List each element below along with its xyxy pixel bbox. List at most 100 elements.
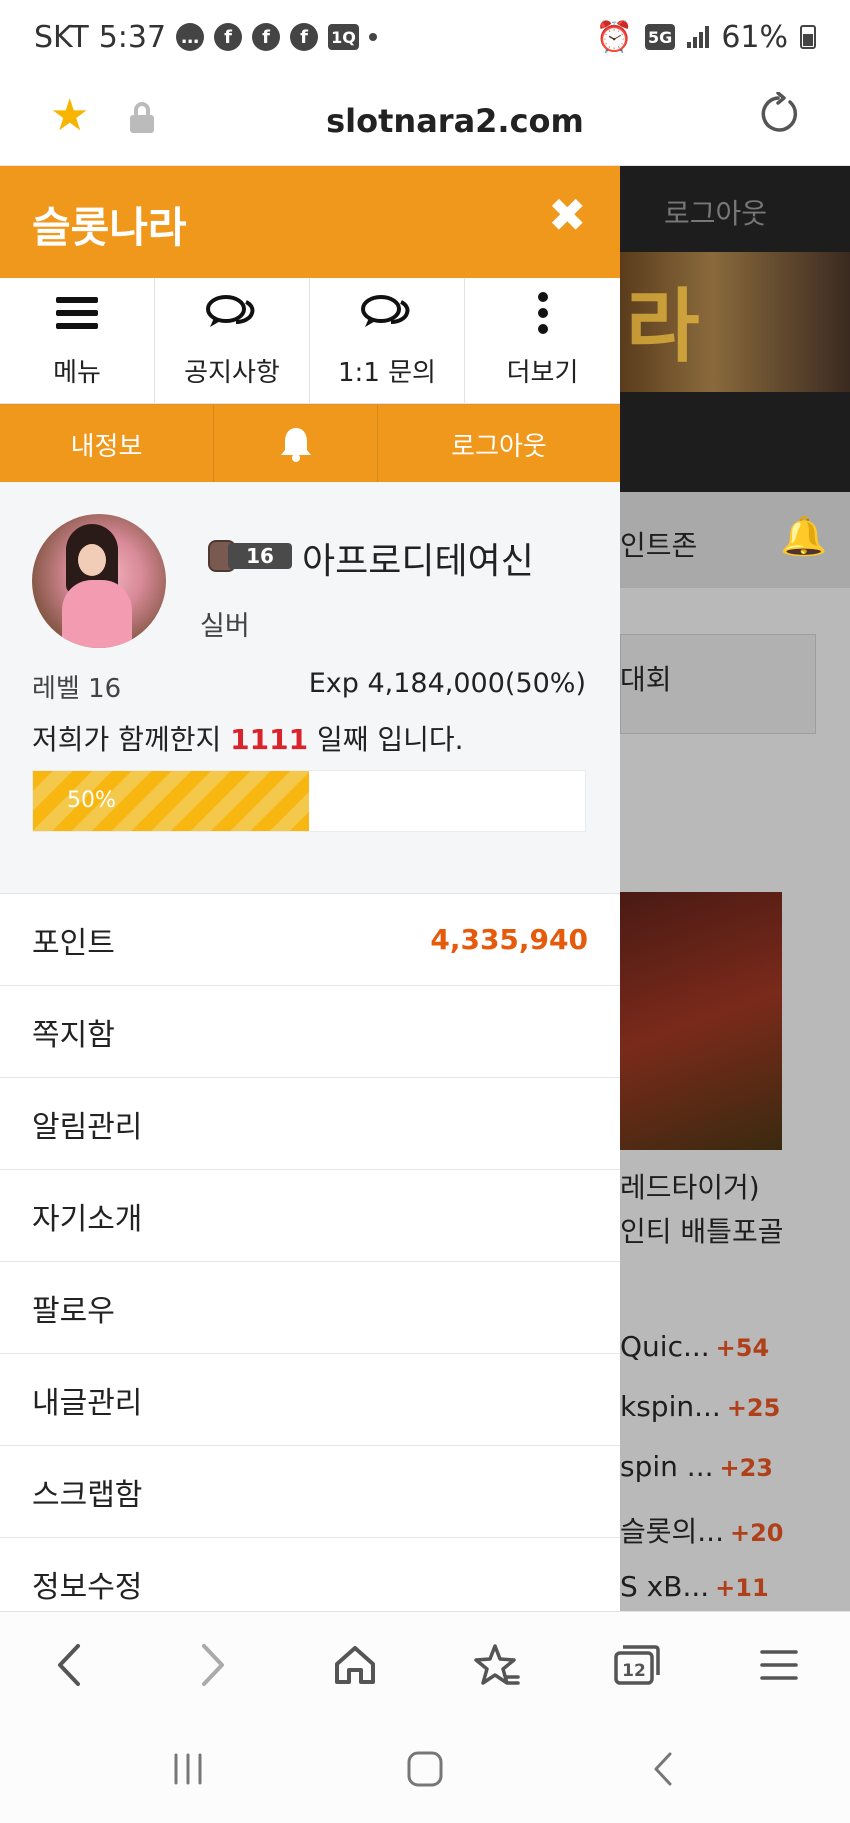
quick-menu-label: 더보기 xyxy=(506,358,579,388)
home-icon xyxy=(335,1646,375,1684)
battery-icon xyxy=(800,25,816,49)
back-arrow-icon xyxy=(654,1752,672,1786)
home-button[interactable] xyxy=(330,1640,380,1690)
level-text: 레벨 16 xyxy=(32,674,122,704)
background-thumbnail[interactable] xyxy=(620,892,782,1150)
grade-label: 실버 xyxy=(200,611,250,642)
alarm-icon: ⏰ xyxy=(595,19,634,55)
level-badge-icon: 16 xyxy=(208,538,292,574)
facebook-icon: f xyxy=(214,23,243,51)
background-logout-link[interactable]: 로그아웃 xyxy=(664,192,767,232)
chat-icon xyxy=(155,290,309,336)
menu-item-points[interactable]: 포인트 4,335,940 xyxy=(0,894,620,986)
recent-apps-button[interactable] xyxy=(170,1747,206,1791)
tabs-count: 12 xyxy=(622,1661,646,1681)
system-back-button[interactable] xyxy=(648,1747,678,1791)
quick-menu-notice[interactable]: 공지사항 xyxy=(155,278,310,404)
signal-icon xyxy=(687,26,710,48)
tabs-button[interactable]: 12 xyxy=(612,1640,662,1690)
background-post-title[interactable]: 인티 배틀포골 xyxy=(620,1210,783,1250)
background-rank-item[interactable]: spin ... +23 xyxy=(620,1450,773,1483)
background-page: 로그아웃 라 인트존 🔔 대회 레드타이거) 인티 배틀포골 Quic... +5… xyxy=(620,166,850,1611)
exp-text: Exp 4,184,000(50%) xyxy=(308,668,586,699)
membership-days-count: 1111 xyxy=(230,723,309,756)
facebook-icon: f xyxy=(290,23,319,51)
battery-label: 61% xyxy=(721,19,788,55)
membership-days-text: 저희가 함께한지 1111 일째 입니다. xyxy=(32,723,464,756)
menu-item-introduction[interactable]: 자기소개 xyxy=(0,1170,620,1262)
drawer-menu-list: 포인트 4,335,940 쪽지함 알림관리 자기소개 팔로우 내글관리 스크랩… xyxy=(0,894,620,1611)
background-bell-icon[interactable]: 🔔 xyxy=(780,514,827,559)
menu-item-edit-profile[interactable]: 정보수정 xyxy=(0,1538,620,1611)
chevron-right-icon xyxy=(202,1644,224,1686)
background-rank-item[interactable]: Quic... +54 xyxy=(620,1330,769,1363)
close-icon[interactable]: ✖ xyxy=(548,192,587,238)
menu-item-label: 내글관리 xyxy=(32,1385,143,1421)
menu-item-label: 알림관리 xyxy=(32,1109,143,1145)
recent-apps-icon xyxy=(174,1753,202,1785)
quick-menu-menu[interactable]: 메뉴 xyxy=(0,278,155,404)
quick-menu-label: 메뉴 xyxy=(53,358,101,388)
level-badge-number: 16 xyxy=(228,543,292,569)
more-vertical-icon xyxy=(465,290,620,336)
1q-icon: 1Q xyxy=(328,24,359,50)
back-button[interactable] xyxy=(44,1640,94,1690)
hamburger-icon xyxy=(0,290,154,336)
background-post-title[interactable]: 레드타이거) xyxy=(620,1166,760,1206)
menu-item-label: 스크랩함 xyxy=(32,1477,143,1513)
menu-item-label: 자기소개 xyxy=(32,1201,143,1237)
more-notifications-dot xyxy=(368,33,377,41)
bookmarks-button[interactable] xyxy=(472,1640,522,1690)
menu-button[interactable] xyxy=(754,1640,804,1690)
menu-item-follow[interactable]: 팔로우 xyxy=(0,1262,620,1354)
background-rank-item[interactable]: S xB... +11 xyxy=(620,1570,769,1603)
background-box-text[interactable]: 대회 xyxy=(620,658,672,698)
notification-button[interactable] xyxy=(214,405,378,483)
forward-button[interactable] xyxy=(188,1640,238,1690)
browser-url-bar: ★ slotnara2.com xyxy=(0,74,850,166)
chevron-left-icon xyxy=(58,1644,80,1686)
menu-item-scraps[interactable]: 스크랩함 xyxy=(0,1446,620,1538)
background-nav-text[interactable]: 인트존 xyxy=(620,524,697,564)
logout-button[interactable]: 로그아웃 xyxy=(378,405,620,483)
chat-bubble-icon: … xyxy=(176,23,205,51)
star-list-icon xyxy=(474,1644,520,1685)
quick-menu: 메뉴 공지사항 1:1 문의 더보기 xyxy=(0,278,620,404)
avatar[interactable] xyxy=(32,514,166,648)
system-home-button[interactable] xyxy=(406,1747,444,1791)
side-drawer: 슬롯나라 ✖ 메뉴 공지사항 1:1 문의 더보기 내정보 로그아웃 16 아프… xyxy=(0,166,620,1611)
points-value: 4,335,940 xyxy=(430,923,588,956)
profile-card: 16 아프로디테여신 실버 레벨 16 Exp 4,184,000(50%) 저… xyxy=(0,482,620,894)
menu-item-label: 쪽지함 xyxy=(32,1017,115,1053)
exp-progress-bar: 50% xyxy=(32,770,586,832)
home-square-icon xyxy=(407,1751,443,1787)
url-text[interactable]: slotnara2.com xyxy=(0,102,850,140)
system-nav-bar xyxy=(0,1717,850,1823)
background-rank-item[interactable]: kspin... +25 xyxy=(620,1390,780,1423)
background-rank-item[interactable]: 슬롯의... +20 xyxy=(620,1510,784,1550)
bell-icon xyxy=(280,428,311,462)
quick-menu-label: 1:1 문의 xyxy=(338,358,436,388)
quick-menu-inquiry[interactable]: 1:1 문의 xyxy=(310,278,465,404)
my-info-button[interactable]: 내정보 xyxy=(0,405,214,483)
drawer-title: 슬롯나라 xyxy=(32,203,187,252)
reload-icon[interactable] xyxy=(756,92,800,136)
carrier-label: SKT xyxy=(34,19,89,55)
background-banner-text: 라 xyxy=(626,280,700,373)
menu-item-label: 팔로우 xyxy=(32,1293,115,1329)
hamburger-icon xyxy=(760,1650,798,1680)
menu-item-messages[interactable]: 쪽지함 xyxy=(0,986,620,1078)
menu-item-my-posts[interactable]: 내글관리 xyxy=(0,1354,620,1446)
drawer-header: 슬롯나라 ✖ xyxy=(0,166,620,278)
menu-item-notification-settings[interactable]: 알림관리 xyxy=(0,1078,620,1170)
nickname: 아프로디테여신 xyxy=(302,541,534,582)
menu-item-label: 포인트 xyxy=(32,925,115,961)
browser-toolbar: 12 xyxy=(0,1611,850,1717)
exp-progress-label: 50% xyxy=(67,788,116,813)
quick-menu-label: 공지사항 xyxy=(184,358,280,388)
quick-menu-more[interactable]: 더보기 xyxy=(465,278,620,404)
chat-icon xyxy=(310,290,464,336)
network-type-icon: 5G xyxy=(645,24,676,50)
clock-label: 5:37 xyxy=(98,19,167,55)
user-action-bar: 내정보 로그아웃 xyxy=(0,404,620,483)
